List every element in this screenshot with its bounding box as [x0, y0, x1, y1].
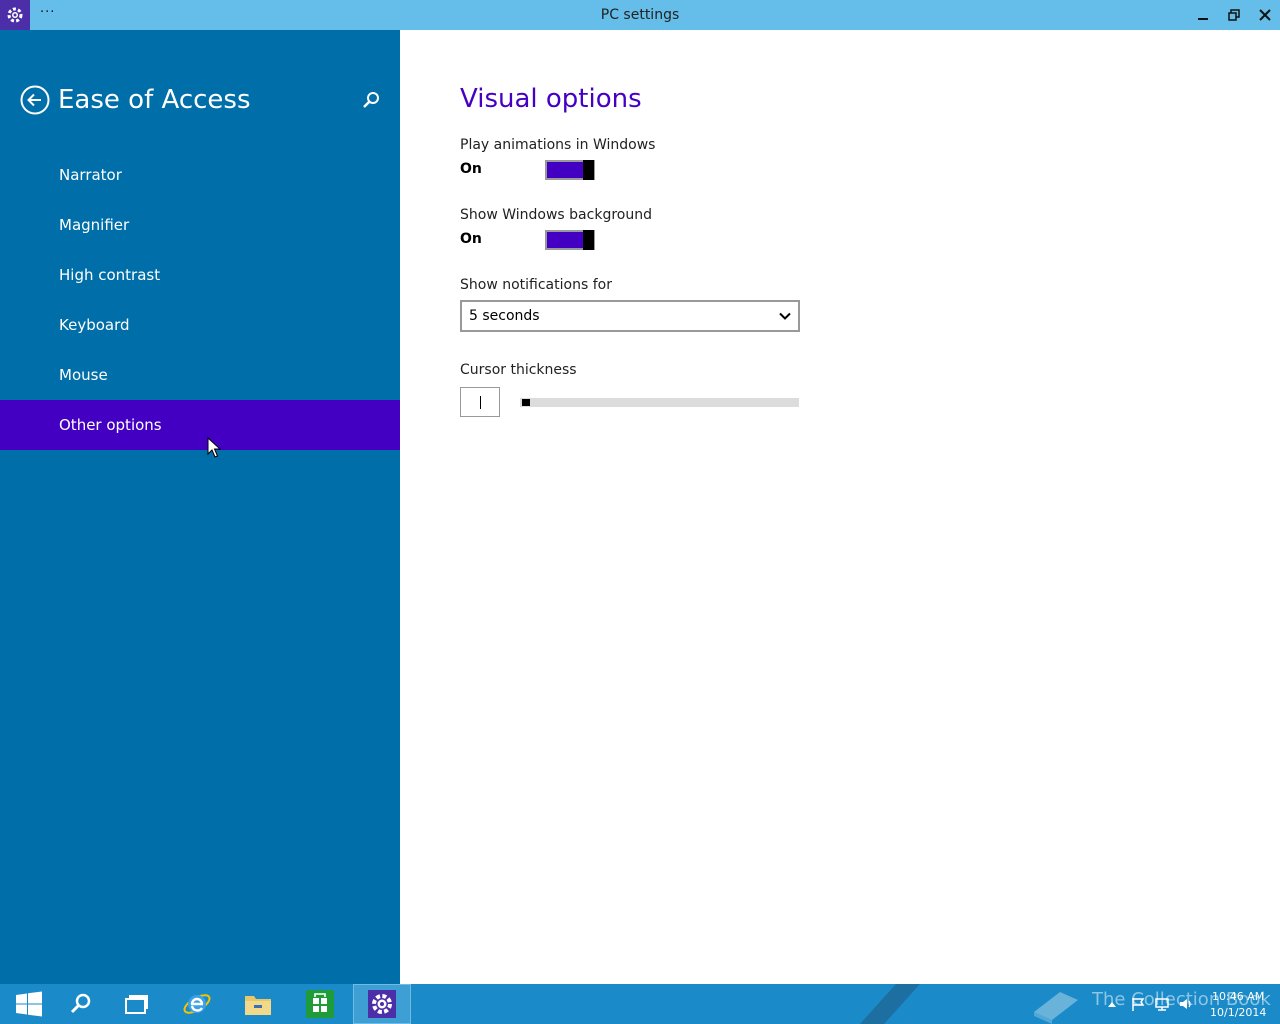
- notifications-label: Show notifications for: [460, 277, 612, 293]
- internet-explorer-icon: [183, 994, 211, 1014]
- minimize-icon: [1198, 18, 1208, 20]
- search-button[interactable]: [361, 90, 381, 110]
- toggle-thumb[interactable]: [583, 230, 594, 250]
- search-taskbar-button[interactable]: [52, 984, 110, 1024]
- sidebar-item-high-contrast[interactable]: High contrast: [0, 250, 400, 300]
- title-bar: ··· PC settings: [0, 0, 1280, 30]
- taskbar: [0, 984, 1280, 1024]
- action-center-flag-icon[interactable]: [1130, 996, 1146, 1012]
- sidebar-item-keyboard[interactable]: Keyboard: [0, 300, 400, 350]
- sidebar-item-magnifier[interactable]: Magnifier: [0, 200, 400, 250]
- sidebar-nav: Narrator Magnifier High contrast Keyboar…: [0, 150, 400, 450]
- cursor-thickness-slider[interactable]: [520, 398, 799, 407]
- notifications-dropdown[interactable]: 5 seconds: [460, 300, 800, 332]
- mouse-pointer-icon: [207, 437, 221, 458]
- sidebar-item-mouse[interactable]: Mouse: [0, 350, 400, 400]
- cursor-thickness-label: Cursor thickness: [460, 362, 577, 378]
- pc-settings-taskbar-button[interactable]: [353, 984, 411, 1024]
- start-button[interactable]: [0, 984, 58, 1024]
- slider-thumb[interactable]: [522, 399, 530, 406]
- chevron-down-icon: [779, 312, 791, 320]
- show-background-state: On: [460, 231, 482, 247]
- window-title: PC settings: [600, 7, 680, 23]
- play-animations-label: Play animations in Windows: [460, 137, 656, 153]
- toggle-thumb[interactable]: [583, 160, 594, 180]
- sidebar-item-other-options[interactable]: Other options: [0, 400, 400, 450]
- clock-date[interactable]: 10/1/2014: [1210, 1006, 1266, 1019]
- sidebar: Ease of Access Narrator Magnifier High c…: [0, 30, 400, 984]
- sidebar-item-narrator[interactable]: Narrator: [0, 150, 400, 200]
- store-icon: [306, 990, 334, 1018]
- taskbar-stripe-decoration: [860, 984, 920, 1024]
- start-icon: [16, 991, 42, 1017]
- book-watermark-icon: [1034, 992, 1078, 1024]
- notifications-value: 5 seconds: [469, 308, 540, 324]
- show-hidden-icons-icon[interactable]: [1104, 996, 1120, 1012]
- internet-explorer-button[interactable]: [168, 984, 226, 1024]
- play-animations-state: On: [460, 161, 482, 177]
- clock-time[interactable]: 10:46 AM: [1212, 990, 1264, 1003]
- show-background-toggle[interactable]: [545, 230, 595, 250]
- search-icon: [70, 993, 91, 1014]
- back-button[interactable]: [20, 85, 50, 115]
- sidebar-title: Ease of Access: [58, 85, 251, 115]
- page-title: Visual options: [460, 84, 642, 114]
- restore-icon: [1228, 9, 1240, 21]
- task-view-icon: [125, 995, 148, 1014]
- volume-icon[interactable]: [1178, 996, 1194, 1012]
- close-icon: [1259, 9, 1271, 21]
- show-background-label: Show Windows background: [460, 207, 652, 223]
- close-button[interactable]: [1250, 0, 1280, 30]
- minimize-button[interactable]: [1188, 0, 1218, 30]
- store-button[interactable]: [291, 984, 349, 1024]
- pc-settings-icon: [368, 990, 396, 1018]
- file-explorer-icon: [245, 996, 271, 1015]
- network-icon[interactable]: [1154, 996, 1170, 1012]
- back-arrow-icon: [20, 85, 50, 115]
- cursor-preview: [460, 387, 500, 417]
- search-icon: [363, 92, 379, 108]
- text-cursor-icon: [480, 396, 481, 409]
- play-animations-toggle[interactable]: [545, 160, 595, 180]
- task-view-button[interactable]: [108, 984, 166, 1024]
- file-explorer-button[interactable]: [229, 984, 287, 1024]
- restore-button[interactable]: [1219, 0, 1249, 30]
